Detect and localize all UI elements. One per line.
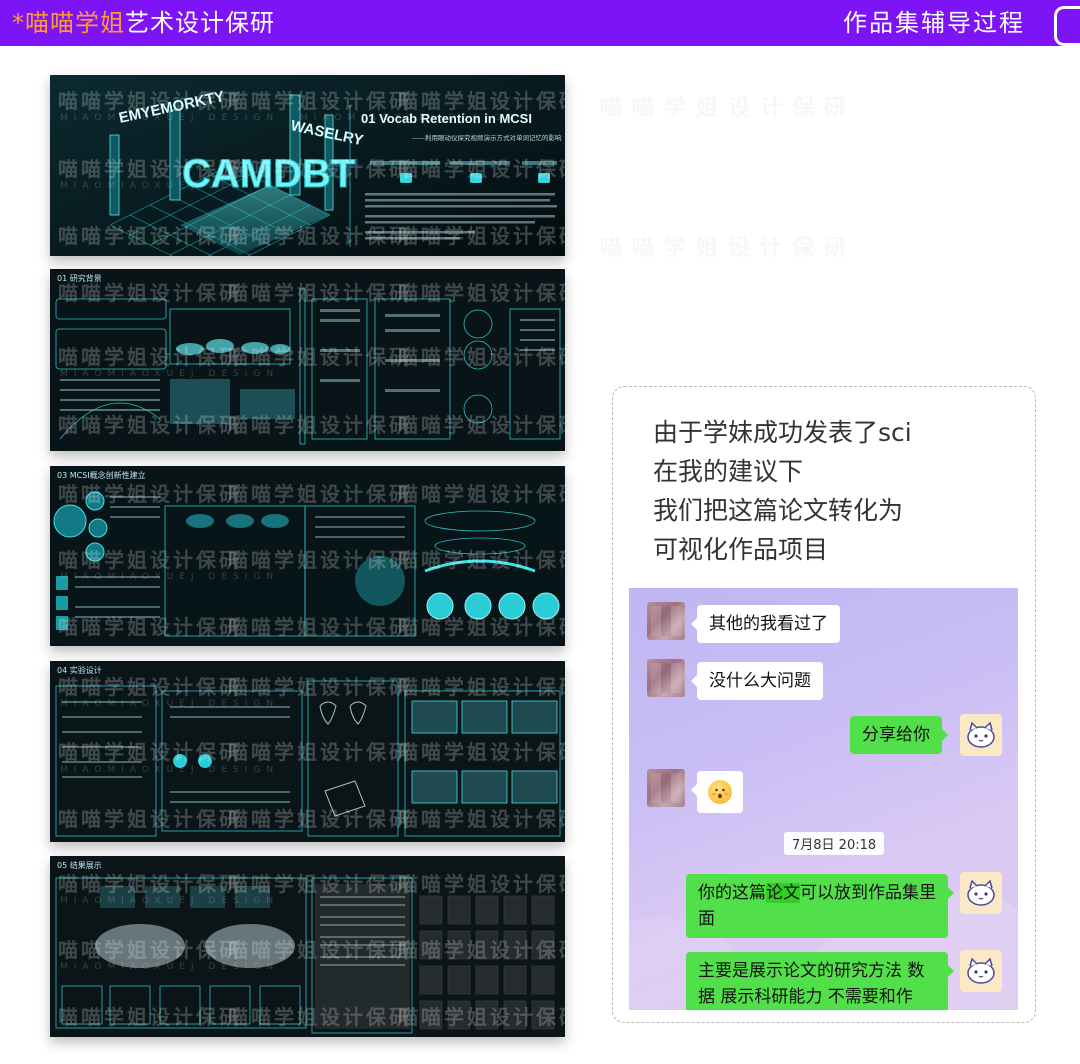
contact-avatar[interactable] [647, 769, 685, 807]
panel-title: 01 研究背景 [57, 274, 102, 283]
card-line: 由于学妹成功发表了sci [653, 418, 912, 447]
panel-subtitle: ——利用眼动仪探究视频演示方式对单词记忆的影响 [412, 134, 562, 142]
sign-letters: CAMDBT [182, 152, 355, 196]
cat-avatar-icon [967, 721, 995, 748]
chat-message[interactable]: 其他的我看过了 [691, 605, 840, 643]
user-avatar[interactable] [960, 872, 1002, 914]
explanation-card: 由于学妹成功发表了sci 在我的建议下 我们把这篇论文转化为 可视化作品项目 其… [612, 386, 1036, 1023]
message-text: 你的这篇 [698, 883, 766, 903]
cat-avatar-icon [967, 879, 995, 906]
research-background-artwork [50, 269, 565, 451]
cat-avatar-icon [967, 957, 995, 984]
chat-message[interactable]: 没什么大问题 [691, 662, 823, 700]
chat-screenshot: 其他的我看过了 没什么大问题 分享给你 7月8日 20:18 你的这篇论文可以放… [629, 588, 1018, 1010]
contact-avatar[interactable] [647, 659, 685, 697]
chat-timestamp: 7月8日 20:18 [784, 832, 885, 855]
emoji-face-features [712, 788, 728, 799]
user-avatar[interactable] [960, 950, 1002, 992]
card-line: 我们把这篇论文转化为 [653, 496, 904, 525]
user-avatar[interactable] [960, 714, 1002, 756]
highlighted-text: 论文 [766, 883, 800, 903]
page-heading: 作品集辅导过程 [843, 9, 1025, 37]
header-bar: *喵喵学姐艺术设计保研 作品集辅导过程 [0, 0, 1080, 46]
background-watermark: 喵喵学姐设计保研 [600, 236, 857, 261]
panel-title: 01 Vocab Retention in MCSI [361, 111, 532, 126]
brand-title: *喵喵学姐艺术设计保研 [12, 7, 275, 39]
chat-message[interactable]: 主要是展示论文的研究方法 数据 展示科研能力 不需要和作 [686, 952, 954, 1010]
portfolio-panel-research-background: 01 研究背景 喵喵学姐设计保研 喵喵学姐设计保研 喵喵学姐设计保研 喵喵学姐设… [50, 269, 565, 451]
experiment-design-artwork [50, 661, 565, 842]
corner-bracket-decoration [1054, 6, 1080, 46]
cover-artwork: CAMDBT EMYEMORKTY WASELRY [50, 75, 565, 256]
portfolio-panel-cover: CAMDBT EMYEMORKTY WASELRY 01 Vocab Reten… [50, 75, 565, 256]
mcsi-model-artwork [50, 466, 565, 646]
brand-highlight: *喵喵学姐 [12, 9, 125, 37]
card-line: 在我的建议下 [653, 457, 804, 486]
background-watermark: 喵喵学姐设计保研 [600, 96, 857, 121]
card-text: 由于学妹成功发表了sci 在我的建议下 我们把这篇论文转化为 可视化作品项目 [653, 413, 912, 569]
chat-message-emoji[interactable] [691, 771, 743, 813]
contact-avatar[interactable] [647, 602, 685, 640]
portfolio-panel-experiment-design: 04 实验设计 喵喵学姐设计保研 喵喵学姐设计保研 喵喵学姐设计保研 MIAOM… [50, 661, 565, 842]
portfolio-panel-mcsi-model: 03 MCSI概念创新性建立 喵喵学姐设计保研 喵喵学姐设计保研 喵喵学姐设计保… [50, 466, 565, 646]
panel-title: 04 实验设计 [57, 666, 102, 675]
chat-message[interactable]: 你的这篇论文可以放到作品集里面 [686, 874, 954, 938]
brand-rest: 艺术设计保研 [125, 9, 275, 37]
panel-title: 03 MCSI概念创新性建立 [57, 471, 146, 480]
panel-title: 05 结果展示 [57, 861, 102, 870]
results-artwork [50, 856, 565, 1037]
card-line: 可视化作品项目 [653, 535, 829, 564]
blushing-face-icon [708, 780, 732, 804]
chat-message[interactable]: 分享给你 [850, 716, 948, 754]
portfolio-panel-results: 05 结果展示 喵喵学姐设计保研 喵喵学姐设计保研 喵喵学姐设计保研 MIAOM… [50, 856, 565, 1037]
